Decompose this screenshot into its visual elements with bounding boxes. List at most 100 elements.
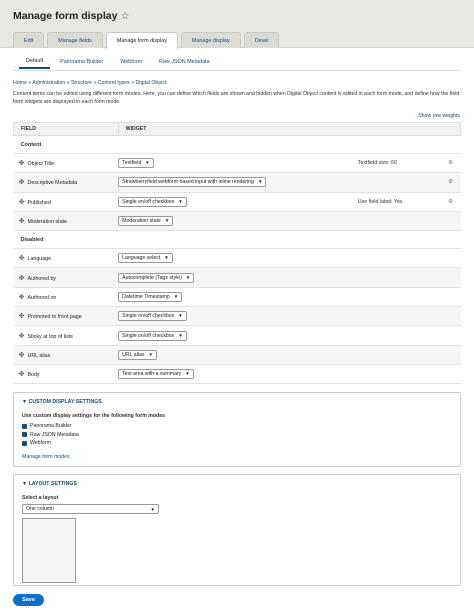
field-name: Promoted to front page [27,314,82,321]
drag-handle-icon[interactable]: ✥ [14,198,28,206]
show-row-weights-link[interactable]: Show row weights [418,113,460,119]
checkbox-raw-json-metadata[interactable]: Raw JSON Metadata [22,431,452,440]
breadcrumb[interactable]: Home » Administration » Structure » Cont… [13,80,166,86]
drag-handle-icon[interactable]: ✥ [14,370,28,378]
fields-table: FIELD WIDGET Content ✥ Object Title Textf… [13,122,462,385]
custom-display-title: Use custom display settings for the foll… [22,413,165,419]
chevron-down-icon: ▼ [164,218,170,224]
widget-select-value: Single on/off checkbox [122,332,175,339]
region-content: Content [13,135,461,154]
chevron-down-icon: ▼ [145,160,150,166]
drag-handle-icon[interactable]: ✥ [14,254,28,262]
gear-icon[interactable]: ⚙ [440,172,461,193]
chevron-down-icon: ▼ [185,371,190,377]
table-row: ✥ URL alias URL alias ▼ [13,345,461,365]
table-row: ✥ Published Single on/off checkbox ▼ Use f… [13,192,461,212]
chevron-down-icon: ▼ [185,274,191,280]
drag-handle-icon[interactable]: ✥ [14,312,28,320]
manage-form-modes-link[interactable]: Manage form modes [22,454,452,460]
region-disabled: Disabled [13,230,461,250]
layout-preview [22,518,76,583]
gear-icon[interactable]: ⚙ [440,153,461,174]
subtab-default[interactable]: Default [19,55,51,69]
subtab-webform[interactable]: Webform [113,55,149,69]
secondary-tabs: Default Panorama Builder Webform Raw JSO… [19,55,220,69]
chevron-down-icon: ▼ [164,255,169,261]
save-button[interactable]: Save [13,594,44,606]
widget-select[interactable]: Datetime Timestamp ▼ [118,291,183,302]
chevron-down-icon: ▼ [178,198,183,204]
chevron-down-icon: ▼ [148,351,153,357]
tab-manage-display[interactable]: Manage display [180,32,241,48]
chevron-down-icon: ▼ [178,313,183,319]
chevron-down-icon: ▼ [257,179,263,185]
widget-select[interactable]: Single on/off checkbox ▼ [118,196,187,207]
checkbox-checked-icon[interactable] [22,432,27,438]
field-name: Body [27,372,40,379]
widget-select[interactable]: Language select ▼ [118,253,173,264]
drag-handle-icon[interactable]: ✥ [14,293,28,301]
tab-edit[interactable]: Edit [13,32,45,48]
table-row: ✥ Body Text area with a summary ▼ [13,364,461,385]
chevron-down-icon: ▼ [150,506,155,512]
drag-handle-icon[interactable]: ✥ [14,351,28,359]
widget-select[interactable]: Moderation state ▼ [118,216,174,227]
drag-handle-icon[interactable]: ✥ [14,332,28,340]
widget-select[interactable]: Single on/off checkbox ▼ [118,311,187,322]
page-title-text: Manage form display [13,10,118,22]
custom-display-legend: CUSTOM DISPLAY SETTINGS [28,399,102,405]
layout-select[interactable]: One column ▼ [22,504,159,514]
drag-handle-icon[interactable]: ✥ [14,159,28,167]
checkbox-label: Panorama Builder [30,423,72,430]
drag-handle-icon[interactable]: ✥ [14,178,28,186]
checkbox-label: Webform [30,440,51,447]
select-layout-label: Select a layout [22,495,59,501]
tab-devel[interactable]: Devel [243,32,280,48]
widget-select[interactable]: Textfield ▼ [118,158,154,169]
table-row: ✥ Authored on Datetime Timestamp ▼ [13,287,461,308]
widget-select-value: Single on/off checkbox [122,313,175,320]
table-row: ✥ Sticky at top of lists Single on/off ch… [13,325,461,346]
widget-select[interactable]: Strawberryfield webform based input with… [118,177,267,188]
widget-select[interactable]: Single on/off checkbox ▼ [118,330,187,341]
field-name: Authored on [27,294,57,301]
subtab-panorama-builder[interactable]: Panorama Builder [53,55,110,69]
layout-settings-toggle[interactable]: ▼ LAYOUT SETTINGS [14,475,460,487]
page-description: Content items can be edited using differ… [13,91,460,105]
widget-select[interactable]: URL alias ▼ [118,349,157,360]
field-name: Language [27,256,52,263]
subtab-raw-json-metadata[interactable]: Raw JSON Metadata [152,55,217,69]
drag-handle-icon[interactable]: ✥ [14,217,28,225]
custom-display-toggle[interactable]: ▼ CUSTOM DISPLAY SETTINGS [14,393,460,405]
widget-select-value: Language select [122,255,161,262]
star-icon[interactable]: ☆ [120,11,129,22]
tab-manage-form-display[interactable]: Manage form display [105,32,178,49]
gear-icon[interactable]: ⚙ [440,192,461,212]
custom-display-settings: ▼ CUSTOM DISPLAY SETTINGS Use custom dis… [13,392,461,467]
widget-select-value: Strawberryfield webform based input with… [122,179,254,186]
widget-summary: Use field label: Yes [357,192,441,212]
field-name: Sticky at top of lists [27,333,73,340]
widget-select-value: Moderation state [122,218,161,225]
widget-select-value: Textfield [122,160,142,167]
field-name: Object Title [27,161,55,168]
divider [13,70,461,71]
table-row: ✥ Moderation state Moderation state ▼ [13,211,461,232]
checkbox-checked-icon[interactable] [22,440,27,446]
layout-select-value: One column [26,506,54,512]
checkbox-checked-icon[interactable] [22,423,27,429]
chevron-down-icon: ▼ [178,332,183,338]
checkbox-webform[interactable]: Webform [22,439,452,448]
checkbox-label: Raw JSON Metadata [30,431,79,438]
checkbox-panorama-builder[interactable]: Panorama Builder [22,422,452,431]
table-row: ✥ Promoted to front page Single on/off ch… [13,306,461,327]
tab-manage-fields[interactable]: Manage fields [47,32,103,48]
drag-handle-icon[interactable]: ✥ [14,274,28,282]
widget-summary: Textfield size: 60 [357,153,441,174]
chevron-down-icon: ▼ [173,293,179,299]
field-name: Moderation state [27,219,67,226]
table-row: ✥ Authored by Autocomplete (Tags style) ▼ [13,267,461,288]
widget-summary [357,172,441,193]
widget-select[interactable]: Text area with a summary ▼ [118,369,194,380]
widget-select[interactable]: Autocomplete (Tags style) ▼ [118,272,195,283]
